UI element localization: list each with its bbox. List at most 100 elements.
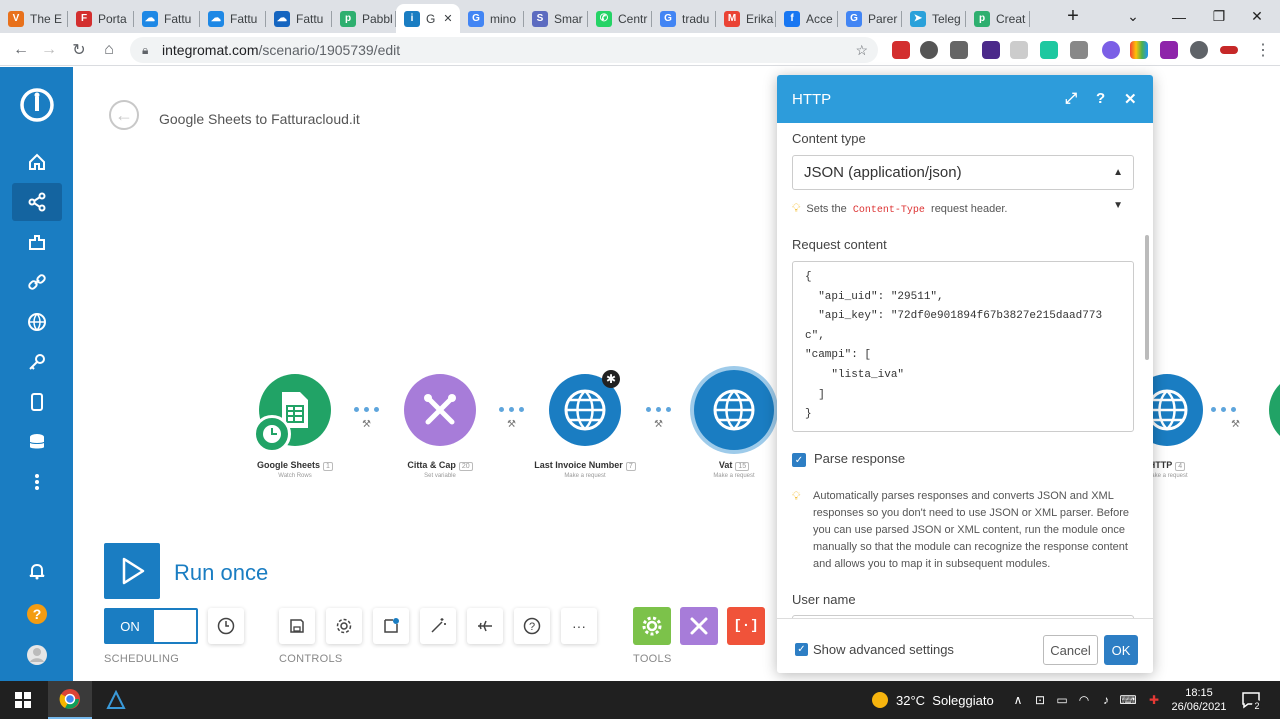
- back-arrow-icon[interactable]: ←: [109, 100, 139, 130]
- cancel-button[interactable]: Cancel: [1043, 635, 1098, 665]
- browser-tab[interactable]: M Erika: [716, 4, 776, 33]
- menu-icon[interactable]: ⋮: [1250, 37, 1276, 63]
- devices-icon[interactable]: [12, 383, 62, 421]
- browser-tab[interactable]: V The E: [0, 4, 68, 33]
- browser-tab[interactable]: G Parer: [838, 4, 902, 33]
- connections-icon[interactable]: [12, 263, 62, 301]
- wrench-icon[interactable]: ⚒: [654, 419, 663, 430]
- flow-plane-icon[interactable]: [467, 608, 503, 644]
- battery-icon[interactable]: ▭: [1052, 681, 1072, 719]
- browser-tab[interactable]: p Pabbl: [332, 4, 396, 33]
- data-stores-icon[interactable]: [12, 423, 62, 461]
- weather-sun-icon[interactable]: [866, 681, 894, 719]
- tools-set-variable-icon[interactable]: [680, 607, 718, 645]
- home-icon[interactable]: ⌂: [96, 37, 122, 63]
- forward-icon[interactable]: →: [36, 37, 62, 63]
- back-icon[interactable]: ←: [8, 37, 34, 63]
- webhooks-globe-icon[interactable]: [12, 303, 62, 341]
- more-dots-icon[interactable]: ···: [561, 608, 597, 644]
- content-type-select[interactable]: JSON (application/json) ▲ ▼: [792, 155, 1134, 211]
- reload-icon[interactable]: ↻: [66, 37, 92, 63]
- parse-response-checkbox[interactable]: ✓: [792, 453, 806, 467]
- browser-tab[interactable]: Gtradu: [652, 4, 716, 33]
- extension-icon[interactable]: [1130, 41, 1148, 59]
- scheduling-toggle[interactable]: ON: [104, 608, 198, 644]
- module-citta-cap[interactable]: [404, 374, 476, 446]
- help-icon[interactable]: ?: [12, 595, 62, 633]
- tray-chevron-icon[interactable]: ∧: [1008, 681, 1028, 719]
- tools-gear-icon[interactable]: [633, 607, 671, 645]
- extension-icon[interactable]: [1010, 41, 1028, 59]
- tools-text-parser-icon[interactable]: [·]: [727, 607, 765, 645]
- notes-icon[interactable]: [373, 608, 409, 644]
- extension-icon[interactable]: [1220, 46, 1238, 54]
- puzzle-icon[interactable]: [1190, 41, 1208, 59]
- browser-tab[interactable]: p Creat: [966, 4, 1030, 33]
- gear-icon[interactable]: [326, 608, 362, 644]
- tab-search-icon[interactable]: ⌄: [1110, 0, 1156, 33]
- wrench-icon[interactable]: ⚒: [362, 419, 371, 430]
- windows-start-icon[interactable]: [0, 681, 46, 719]
- extension-icon[interactable]: [1070, 41, 1088, 59]
- notification-center-icon[interactable]: 2: [1236, 681, 1266, 719]
- wrench-icon[interactable]: ⚒: [1231, 419, 1240, 430]
- module-next-partial[interactable]: [1269, 374, 1280, 446]
- home-icon[interactable]: [12, 143, 62, 181]
- expand-icon[interactable]: ⤢: [1065, 90, 1077, 107]
- wrench-icon[interactable]: ⚒: [507, 419, 516, 430]
- extension-icon[interactable]: [1160, 41, 1178, 59]
- extension-icon[interactable]: [982, 41, 1000, 59]
- keyboard-icon[interactable]: ⌨: [1118, 681, 1138, 719]
- browser-tab[interactable]: ☁ Fattu: [200, 4, 266, 33]
- run-once-button[interactable]: [104, 543, 160, 599]
- more-icon[interactable]: [12, 463, 62, 501]
- wifi-icon[interactable]: ◠: [1074, 681, 1094, 719]
- panel-scrollbar[interactable]: [1145, 235, 1149, 360]
- help-icon[interactable]: ?: [1096, 90, 1105, 107]
- browser-tab[interactable]: S Smar: [524, 4, 588, 33]
- new-tab-button[interactable]: +: [1058, 0, 1088, 33]
- extension-icon[interactable]: [892, 41, 910, 59]
- browser-tab[interactable]: ➤ Teleg: [902, 4, 966, 33]
- integromat-logo-icon[interactable]: [12, 83, 62, 127]
- avatar[interactable]: [12, 636, 62, 674]
- extension-icon[interactable]: [1102, 41, 1120, 59]
- url-input[interactable]: 🔒︎ integromat.com/scenario/1905739/edit …: [130, 37, 878, 63]
- question-icon[interactable]: ?: [514, 608, 550, 644]
- close-tab-icon[interactable]: ✕: [443, 12, 452, 25]
- save-icon[interactable]: [279, 608, 315, 644]
- bookmark-star-icon[interactable]: ☆: [855, 37, 868, 63]
- extension-icon[interactable]: [920, 41, 938, 59]
- clock-area[interactable]: 18:15 26/06/2021: [1168, 681, 1230, 719]
- request-content-textarea[interactable]: { "api_uid": "29511", "api_key": "72df0e…: [792, 261, 1134, 432]
- browser-tab[interactable]: ☁ Fattu: [134, 4, 200, 33]
- weather-text[interactable]: 32°C Soleggiato: [896, 681, 1000, 719]
- scenarios-icon[interactable]: [12, 183, 62, 221]
- lightbulb-icon: 💡︎: [792, 201, 801, 215]
- app-taskbar-icon[interactable]: [94, 681, 138, 719]
- browser-tab[interactable]: F Porta: [68, 4, 134, 33]
- ok-button[interactable]: OK: [1104, 635, 1138, 665]
- module-vat[interactable]: [694, 370, 774, 450]
- run-once-label[interactable]: Run once: [174, 560, 268, 586]
- close-window-button[interactable]: ✕: [1234, 0, 1280, 33]
- show-advanced-checkbox[interactable]: ✓: [795, 643, 808, 656]
- tray-icon[interactable]: ⊡: [1030, 681, 1050, 719]
- templates-icon[interactable]: [12, 223, 62, 261]
- auto-align-wand-icon[interactable]: [420, 608, 456, 644]
- schedule-clock-icon[interactable]: [208, 608, 244, 644]
- extension-icon[interactable]: [950, 41, 968, 59]
- browser-tab[interactable]: i G ✕: [396, 4, 460, 33]
- chrome-taskbar-icon[interactable]: [48, 681, 92, 719]
- keys-icon[interactable]: [12, 343, 62, 381]
- browser-tab[interactable]: ✆ Centr: [588, 4, 652, 33]
- browser-tab[interactable]: Gmino: [460, 4, 524, 33]
- browser-tab[interactable]: ☁ Fattu: [266, 4, 332, 33]
- extension-icon[interactable]: [1040, 41, 1058, 59]
- notifications-bell-icon[interactable]: [12, 552, 62, 590]
- clock-icon[interactable]: [253, 415, 291, 453]
- close-icon[interactable]: ✕: [1124, 90, 1137, 108]
- speaker-icon[interactable]: ♪: [1096, 681, 1116, 719]
- antivirus-tray-icon[interactable]: ✚: [1144, 681, 1164, 719]
- browser-tab[interactable]: f Acce: [776, 4, 838, 33]
